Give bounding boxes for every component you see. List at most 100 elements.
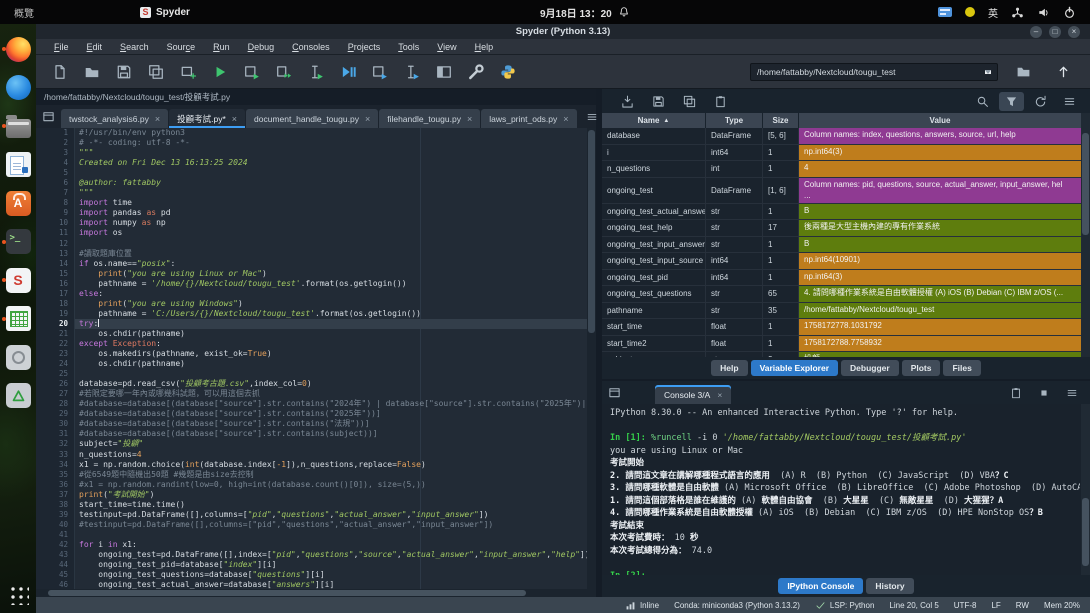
overview-button[interactable]: 概覽 bbox=[0, 5, 48, 20]
editor-tab[interactable]: twstock_analysis6.py× bbox=[61, 109, 168, 128]
variable-row[interactable]: subjectstr2投顧 bbox=[602, 352, 1081, 357]
column-header-value[interactable]: Value bbox=[799, 113, 1081, 128]
pane-tab-plots[interactable]: Plots bbox=[902, 360, 941, 376]
variable-row[interactable]: ongoing_test_helpstr17後兩種是大型主機內建的專有作業系統 bbox=[602, 220, 1081, 237]
debug-file-button[interactable] bbox=[332, 60, 364, 84]
tab-close-icon[interactable]: × bbox=[365, 114, 370, 124]
volume[interactable] bbox=[1037, 6, 1050, 19]
dock-thunderbird[interactable] bbox=[3, 75, 33, 101]
python-env-button[interactable] bbox=[492, 60, 524, 84]
tab-close-icon[interactable]: × bbox=[563, 114, 568, 124]
variable-row[interactable]: pathnamestr35/home/fattabby/Nextcloud/to… bbox=[602, 303, 1081, 320]
menu-consoles[interactable]: Consoles bbox=[284, 42, 338, 52]
lsp-status-status[interactable]: LSP: Python bbox=[815, 600, 874, 611]
editor-tab[interactable]: filehandle_tougu.py× bbox=[379, 109, 480, 128]
variable-row[interactable]: databaseDataFrame[5, 6]Column names: ind… bbox=[602, 128, 1081, 145]
show-applications-button[interactable] bbox=[8, 584, 29, 605]
variable-row[interactable]: n_questionsint14 bbox=[602, 161, 1081, 178]
run-file-button[interactable] bbox=[204, 60, 236, 84]
editor-tab[interactable]: laws_print_ods.py× bbox=[481, 109, 576, 128]
clock[interactable]: 9月18日 13：20 bbox=[540, 0, 630, 24]
dock-spyder[interactable]: S bbox=[3, 267, 33, 293]
save-file-button[interactable] bbox=[108, 60, 140, 84]
paste-data-button[interactable] bbox=[705, 92, 736, 111]
open-file-button[interactable] bbox=[76, 60, 108, 84]
plots-backend-status[interactable]: Inline bbox=[625, 600, 659, 611]
pane-tab-help[interactable]: Help bbox=[711, 360, 747, 376]
import-data-button[interactable] bbox=[612, 92, 643, 111]
menu-file[interactable]: File bbox=[46, 42, 77, 52]
save-all-button[interactable] bbox=[140, 60, 172, 84]
menu-projects[interactable]: Projects bbox=[340, 42, 389, 52]
variable-row[interactable]: ongoing_test_questionsstr654. 請問哪種作業系統是自… bbox=[602, 286, 1081, 303]
dock-libreoffice-calc[interactable] bbox=[3, 306, 33, 332]
menu-tools[interactable]: Tools bbox=[390, 42, 427, 52]
dock-libreoffice-writer[interactable] bbox=[3, 152, 33, 178]
window-titlebar[interactable]: Spyder (Python 3.13) –□× bbox=[36, 24, 1090, 39]
save-data-as-button[interactable] bbox=[674, 92, 705, 111]
variable-row[interactable]: start_time2float11758172788.7758932 bbox=[602, 336, 1081, 353]
encoding-status[interactable]: UTF-8 bbox=[954, 601, 977, 610]
column-header-size[interactable]: Size bbox=[763, 113, 799, 128]
menu-run[interactable]: Run bbox=[205, 42, 238, 52]
tab-close-icon[interactable]: × bbox=[155, 114, 160, 124]
dock-trash[interactable] bbox=[3, 383, 33, 409]
menu-help[interactable]: Help bbox=[467, 42, 502, 52]
editor-vertical-scrollbar[interactable] bbox=[587, 128, 596, 589]
input-language[interactable]: 英 bbox=[988, 5, 998, 20]
browse-consoles-button[interactable] bbox=[602, 386, 627, 399]
code-editor[interactable]: 1234567891011121314151617181920212223242… bbox=[36, 128, 596, 589]
console-body[interactable]: IPython 8.30.0 -- An enhanced Interactiv… bbox=[602, 404, 1090, 575]
editor-tab[interactable]: document_handle_tougu.py× bbox=[246, 109, 378, 128]
dock-firefox[interactable] bbox=[3, 36, 33, 62]
run-cell-button[interactable] bbox=[236, 60, 268, 84]
dock-terminal[interactable]: >_ bbox=[3, 229, 33, 255]
parent-directory-button[interactable] bbox=[1049, 61, 1078, 82]
maximize-pane-button[interactable] bbox=[428, 60, 460, 84]
focused-app-indicator[interactable]: S Spyder bbox=[140, 7, 190, 18]
editor-tab[interactable]: 投顧考試.py*× bbox=[169, 109, 245, 128]
debug-selection-button[interactable] bbox=[396, 60, 428, 84]
cursor-position-status[interactable]: Line 20, Col 5 bbox=[889, 601, 938, 610]
variable-row[interactable]: ongoing_test_input_sourceint641np.int64(… bbox=[602, 253, 1081, 270]
filter-variables-button[interactable] bbox=[999, 92, 1024, 111]
run-cell-advance-button[interactable] bbox=[268, 60, 300, 84]
interrupt-kernel-button[interactable] bbox=[1032, 384, 1056, 402]
variable-row[interactable]: iint641np.int64(3) bbox=[602, 145, 1081, 162]
variable-row[interactable]: ongoing_test_actual_answerstr1B bbox=[602, 204, 1081, 221]
pane-tab-debugger[interactable]: Debugger bbox=[841, 360, 899, 376]
memory-status[interactable]: Mem 20% bbox=[1044, 601, 1080, 610]
pane-tab-history[interactable]: History bbox=[866, 578, 913, 594]
dock-files[interactable] bbox=[3, 113, 33, 139]
create-cell-button[interactable] bbox=[172, 60, 204, 84]
close-button[interactable]: × bbox=[1068, 26, 1080, 38]
tab-close-icon[interactable]: × bbox=[232, 114, 237, 124]
run-selection-button[interactable] bbox=[300, 60, 332, 84]
menu-debug[interactable]: Debug bbox=[240, 42, 283, 52]
power[interactable] bbox=[1063, 6, 1076, 19]
working-directory-combobox[interactable]: /home/fattabby/Nextcloud/tougu_test bbox=[750, 63, 998, 81]
keyboard-indicator[interactable] bbox=[938, 7, 952, 17]
maximize-button[interactable]: □ bbox=[1049, 26, 1061, 38]
console-tab-close-icon[interactable]: × bbox=[717, 390, 722, 400]
variable-table-scrollbar[interactable] bbox=[1081, 113, 1090, 357]
menu-source[interactable]: Source bbox=[159, 42, 204, 52]
search-variables-button[interactable] bbox=[970, 92, 995, 111]
console-scrollbar[interactable] bbox=[1081, 404, 1090, 575]
column-header-type[interactable]: Type bbox=[706, 113, 763, 128]
menu-edit[interactable]: Edit bbox=[79, 42, 111, 52]
conda-env-status[interactable]: Conda: miniconda3 (Python 3.13.2) bbox=[674, 601, 800, 610]
variable-row[interactable]: ongoing_testDataFrame[1, 6]Column names:… bbox=[602, 178, 1081, 204]
browse-directory-button[interactable] bbox=[1008, 60, 1039, 83]
console-tab[interactable]: Console 3/A × bbox=[655, 385, 731, 404]
minimize-button[interactable]: – bbox=[1030, 26, 1042, 38]
copy-console-button[interactable] bbox=[1004, 384, 1028, 402]
dock-software-store[interactable]: A bbox=[3, 190, 33, 216]
browse-tabs-button[interactable] bbox=[36, 110, 61, 123]
save-data-button[interactable] bbox=[643, 92, 674, 111]
refresh-variables-button[interactable] bbox=[1028, 92, 1053, 111]
console-options-menu-button[interactable] bbox=[1060, 384, 1084, 402]
pane-tab-ipython-console[interactable]: IPython Console bbox=[778, 578, 863, 594]
variable-row[interactable]: start_timefloat11758172778.1031792 bbox=[602, 319, 1081, 336]
menu-search[interactable]: Search bbox=[112, 42, 157, 52]
